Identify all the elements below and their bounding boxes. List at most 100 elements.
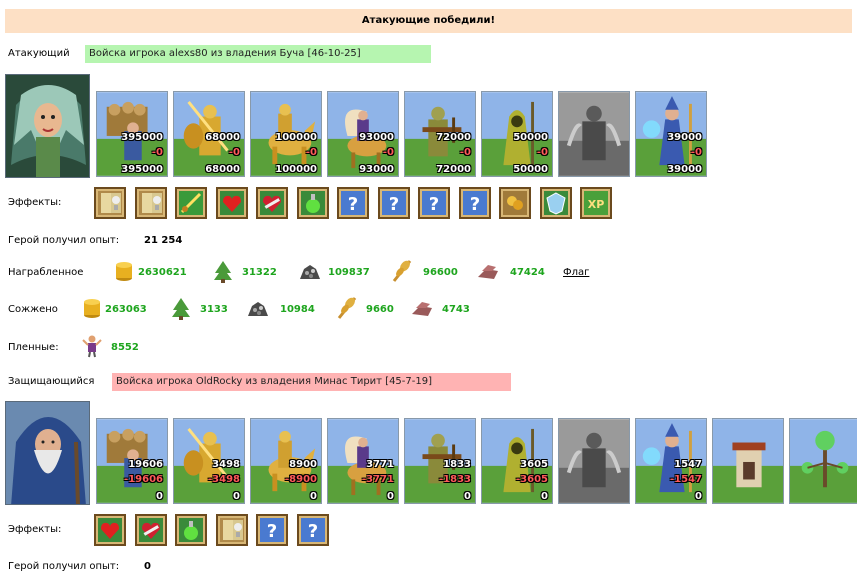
defender-effect-unknown-icon[interactable]: ? xyxy=(256,514,288,546)
attacker-effect-heart-icon[interactable] xyxy=(215,187,248,219)
attacker-effect-scroll-skull-icon[interactable] xyxy=(94,187,126,219)
svg-text:?: ? xyxy=(388,194,398,215)
attacker-effect-xp-icon[interactable]: XP xyxy=(580,187,612,219)
unit-count-loss: -0 xyxy=(305,147,317,158)
unit-count-start: 8900 xyxy=(289,459,317,470)
unit-count-start: 1833 xyxy=(443,459,471,470)
defender-unit-crossbowman[interactable]: 1833 -1833 0 xyxy=(404,418,476,504)
wood-icon xyxy=(211,259,235,283)
attacker-effect-crystal-shield-icon[interactable] xyxy=(539,187,572,219)
attacker-unit-hooded-monk[interactable]: 50000 -0 50000 xyxy=(481,91,553,177)
prisoners-label: Пленные: xyxy=(8,342,59,353)
defender-unit-pegasus-rider[interactable]: 3771 -3771 0 xyxy=(327,418,399,504)
unit-count-start: 93000 xyxy=(359,132,394,143)
prisoner-icon xyxy=(80,334,104,358)
attacker-title: Войска игрока alexs80 из владения Буча [… xyxy=(85,45,431,63)
unit-count-start: 68000 xyxy=(205,132,240,143)
loot-wood-value: 31322 xyxy=(242,267,277,278)
attacker-effect-scroll-skull-2-icon[interactable] xyxy=(134,187,167,219)
loot-stone-value: 47424 xyxy=(510,267,545,278)
defender-hero-portrait[interactable] xyxy=(5,401,90,505)
svg-text:?: ? xyxy=(429,194,439,215)
unit-count-start: 3771 xyxy=(366,459,394,470)
battle-result-banner: Атакующие победили! xyxy=(5,9,852,33)
attacker-unit-pegasus-rider[interactable]: 93000 -0 93000 xyxy=(327,91,399,177)
svg-text:XP: XP xyxy=(588,198,605,211)
defender-xp-value: 0 xyxy=(144,561,151,572)
burned-gold-value: 263063 xyxy=(105,304,147,315)
svg-text:?: ? xyxy=(267,521,277,542)
attacker-effect-unknown-icon[interactable]: ? xyxy=(377,187,410,219)
defender-unit-grey-warrior[interactable] xyxy=(558,418,630,504)
unit-count-loss: -0 xyxy=(690,147,702,158)
unit-count-start: 3605 xyxy=(520,459,548,470)
unit-count-start: 3498 xyxy=(212,459,240,470)
grain-icon xyxy=(390,259,414,283)
attacker-hero-portrait[interactable] xyxy=(5,74,90,178)
unit-count-start: 39000 xyxy=(667,132,702,143)
unit-count-loss: -0 xyxy=(382,147,394,158)
loot-gold-value: 2630621 xyxy=(138,267,187,278)
burned-stone-value: 4743 xyxy=(442,304,470,315)
defender-effect-heart-icon[interactable] xyxy=(94,514,126,546)
ore-icon xyxy=(246,296,270,320)
defender-unit-peasant-cart[interactable]: 19606 -19606 0 xyxy=(96,418,168,504)
unit-count-remain: 395000 xyxy=(121,164,163,175)
defender-unit-hooded-monk[interactable]: 3605 -3605 0 xyxy=(481,418,553,504)
attacker-unit-golden-paladin[interactable]: 68000 -0 68000 xyxy=(173,91,245,177)
burned-wood-value: 3133 xyxy=(200,304,228,315)
attacker-effect-green-potion-icon[interactable] xyxy=(296,187,329,219)
attacker-effect-gold-coins-icon[interactable] xyxy=(499,187,531,219)
loot-label: Награбленное xyxy=(8,267,84,278)
unit-count-remain: 0 xyxy=(156,491,163,502)
defender-effect-scroll-skull-icon[interactable] xyxy=(215,514,248,546)
defender-unit-golden-cavalry[interactable]: 8900 -8900 0 xyxy=(250,418,322,504)
unit-count-remain: 50000 xyxy=(513,164,548,175)
attacker-effect-sword-strike-icon[interactable] xyxy=(175,187,207,219)
unit-count-remain: 0 xyxy=(464,491,471,502)
stone-icon xyxy=(410,296,434,320)
defender-title: Войска игрока OldRocky из владения Минас… xyxy=(112,373,511,391)
attacker-effect-unknown-icon[interactable]: ? xyxy=(337,187,369,219)
unit-count-loss: -0 xyxy=(536,147,548,158)
unit-count-loss: -1547 xyxy=(670,474,702,485)
attacker-effect-heart-bandage-icon[interactable] xyxy=(256,187,288,219)
unit-count-start: 100000 xyxy=(275,132,317,143)
defender-effect-unknown-icon[interactable]: ? xyxy=(296,514,329,546)
unit-count-remain: 100000 xyxy=(275,164,317,175)
unit-count-loss: -3605 xyxy=(516,474,548,485)
unit-count-start: 19606 xyxy=(128,459,163,470)
defender-effect-green-potion-icon[interactable] xyxy=(175,514,207,546)
unit-count-loss: -0 xyxy=(151,147,163,158)
loot-grain-value: 96600 xyxy=(423,267,458,278)
unit-count-loss: -8900 xyxy=(285,474,317,485)
attacker-unit-grey-warrior[interactable] xyxy=(558,91,630,177)
unit-count-loss: -0 xyxy=(459,147,471,158)
defender-effect-heart-bandage-icon[interactable] xyxy=(134,514,167,546)
attacker-label: Атакующий xyxy=(8,48,70,59)
attacker-unit-golden-cavalry[interactable]: 100000 -0 100000 xyxy=(250,91,322,177)
unit-count-start: 72000 xyxy=(436,132,471,143)
unit-count-remain: 0 xyxy=(541,491,548,502)
defender-unit-watch-tower[interactable] xyxy=(712,418,784,504)
attacker-unit-crossbowman[interactable]: 72000 -0 72000 xyxy=(404,91,476,177)
defender-unit-magic-tree[interactable] xyxy=(789,418,857,504)
attacker-effect-unknown-icon[interactable]: ? xyxy=(458,187,491,219)
svg-text:?: ? xyxy=(348,194,358,215)
unit-count-start: 395000 xyxy=(121,132,163,143)
unit-count-remain: 0 xyxy=(387,491,394,502)
flag-link[interactable]: Флаг xyxy=(563,267,589,278)
attacker-xp-value: 21 254 xyxy=(144,235,183,246)
attacker-unit-peasant-cart[interactable]: 395000 -0 395000 xyxy=(96,91,168,177)
attacker-effects-label: Эффекты: xyxy=(8,197,62,208)
defender-unit-golden-paladin[interactable]: 3498 -3498 0 xyxy=(173,418,245,504)
unit-count-remain: 0 xyxy=(310,491,317,502)
unit-count-remain: 72000 xyxy=(436,164,471,175)
ore-icon xyxy=(298,259,322,283)
unit-count-remain: 39000 xyxy=(667,164,702,175)
unit-count-loss: -3498 xyxy=(208,474,240,485)
attacker-effect-unknown-icon[interactable]: ? xyxy=(418,187,450,219)
defender-unit-archmage[interactable]: 1547 -1547 0 xyxy=(635,418,707,504)
attacker-unit-archmage[interactable]: 39000 -0 39000 xyxy=(635,91,707,177)
unit-count-loss: -1833 xyxy=(439,474,471,485)
